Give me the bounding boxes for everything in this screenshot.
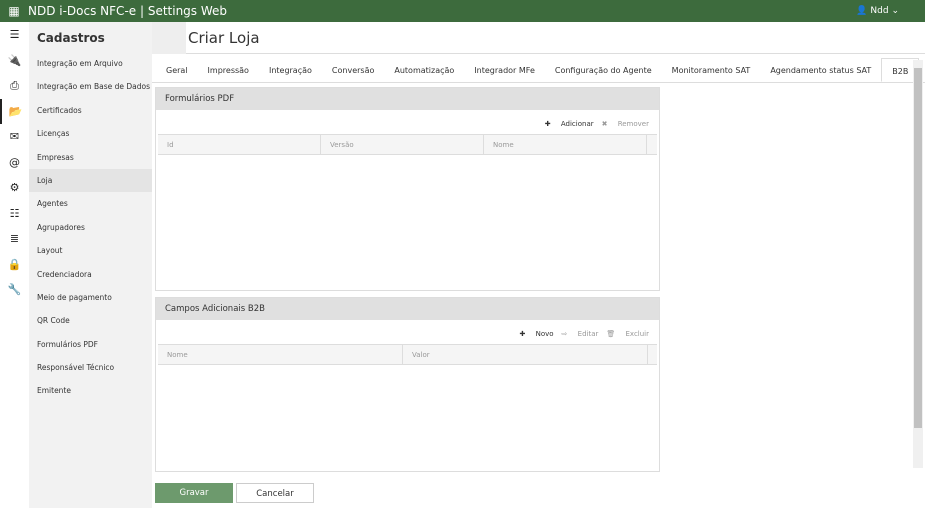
save-button[interactable]: Gravar — [155, 483, 233, 503]
menu-icon[interactable]: ☰ — [0, 22, 29, 48]
user-menu[interactable]: 👤 Ndd ⌄ — [856, 6, 899, 16]
folder-icon[interactable]: 📂 — [0, 98, 29, 124]
tab[interactable]: Automatização — [384, 58, 464, 82]
sidebar-item[interactable]: QR Code — [29, 309, 152, 332]
sidebar-item[interactable]: Loja — [29, 168, 152, 193]
col-nome[interactable]: Nome — [484, 135, 647, 154]
scroll-thumb[interactable] — [914, 68, 922, 428]
sidebar-item[interactable]: Emitente — [29, 379, 152, 402]
lock-icon[interactable]: 🔒 — [0, 252, 29, 278]
tab[interactable]: Conversão — [322, 58, 384, 82]
app-title: NDD i-Docs NFC-e | Settings Web — [28, 4, 228, 18]
sidebar-item[interactable]: Agentes — [29, 192, 152, 215]
col-nome[interactable]: Nome — [158, 345, 403, 364]
sidebar-item[interactable]: Layout — [29, 239, 152, 262]
sidebar-item[interactable]: Formulários PDF — [29, 333, 152, 356]
sidebar-item[interactable]: Credenciadora — [29, 263, 152, 286]
server-icon[interactable]: ≣ — [0, 226, 29, 252]
user-name: Ndd — [870, 6, 889, 16]
edit-label: Editar — [577, 330, 599, 338]
sidebar-title: Cadastros — [37, 31, 105, 45]
at-icon[interactable]: @ — [0, 150, 29, 176]
add-button[interactable]: ✚ Adicionar — [545, 120, 594, 128]
pdf-panel-title: Formulários PDF — [156, 88, 659, 110]
remove-button[interactable]: ✖ Remover — [602, 120, 649, 128]
delete-button[interactable]: 🗑 Excluir — [606, 330, 649, 338]
sidebar-item[interactable]: Licenças — [29, 122, 152, 145]
new-button[interactable]: ✚ Novo — [520, 330, 554, 338]
plug-icon[interactable]: 🔌 — [0, 48, 29, 74]
sidebar-item[interactable]: Empresas — [29, 146, 152, 169]
tab[interactable]: Configuração do Agente — [545, 58, 662, 82]
mail-icon[interactable]: ✉ — [0, 124, 29, 150]
tab[interactable]: Geral — [156, 58, 198, 82]
page-title: Criar Loja — [188, 28, 260, 47]
gear-icon[interactable]: ⚙ — [0, 175, 29, 201]
icon-rail: ☰ 🔌 ⎙ 📂 ✉ @ ⚙ ☷ ≣ 🔒 🔧 — [0, 22, 29, 508]
top-bar: ▦ NDD i-Docs NFC-e | Settings Web 👤 Ndd … — [0, 0, 925, 22]
tab[interactable]: Impressão — [198, 58, 259, 82]
tab[interactable]: Monitoramento SAT — [662, 58, 761, 82]
wrench-icon[interactable]: 🔧 — [0, 277, 29, 303]
col-id[interactable]: Id — [158, 135, 321, 154]
tab[interactable]: Agendamento status SAT — [760, 58, 881, 82]
tab[interactable]: Integração — [259, 58, 322, 82]
sidebar-item[interactable]: Meio de pagamento — [29, 286, 152, 309]
col-valor[interactable]: Valor — [403, 345, 648, 364]
new-label: Novo — [535, 330, 554, 338]
delete-label: Excluir — [625, 330, 650, 338]
sliders-icon[interactable]: ☷ — [0, 201, 29, 227]
b2b-panel: Campos Adicionais B2B ✚ Novo ⇨ Editar 🗑 Ex… — [155, 297, 660, 472]
b2b-grid-header: Nome Valor — [158, 344, 657, 365]
col-versao[interactable]: Versão — [321, 135, 484, 154]
cart-icon — [152, 21, 186, 54]
sidebar-item[interactable]: Certificados — [29, 99, 152, 122]
sidebar-item[interactable]: Responsável Técnico — [29, 356, 152, 379]
main: Criar Loja Geral Impressão Integração Conve… — [152, 21, 925, 508]
apps-icon[interactable]: ▦ — [0, 4, 28, 18]
remove-label: Remover — [617, 120, 649, 128]
cancel-button[interactable]: Cancelar — [236, 483, 314, 503]
sidebar-item[interactable]: Integração em Base de Dados — [29, 75, 152, 98]
print-icon[interactable]: ⎙ — [0, 73, 29, 99]
sidebar-item[interactable]: Agrupadores — [29, 216, 152, 239]
scrollbar[interactable] — [913, 60, 923, 468]
b2b-panel-title: Campos Adicionais B2B — [156, 298, 659, 320]
tab-bar: Geral Impressão Integração Conversão Automat… — [152, 58, 925, 83]
pdf-grid-header: Id Versão Nome — [158, 134, 657, 155]
sidebar: Cadastros Integração em Arquivo Integraçã… — [29, 22, 152, 508]
sidebar-item[interactable]: Integração em Arquivo — [29, 52, 152, 75]
tab[interactable]: Integrador MFe — [464, 58, 545, 82]
add-label: Adicionar — [560, 120, 594, 128]
pdf-panel: Formulários PDF ✚ Adicionar ✖ Remover Id … — [155, 87, 660, 291]
edit-button[interactable]: ⇨ Editar — [562, 330, 599, 338]
